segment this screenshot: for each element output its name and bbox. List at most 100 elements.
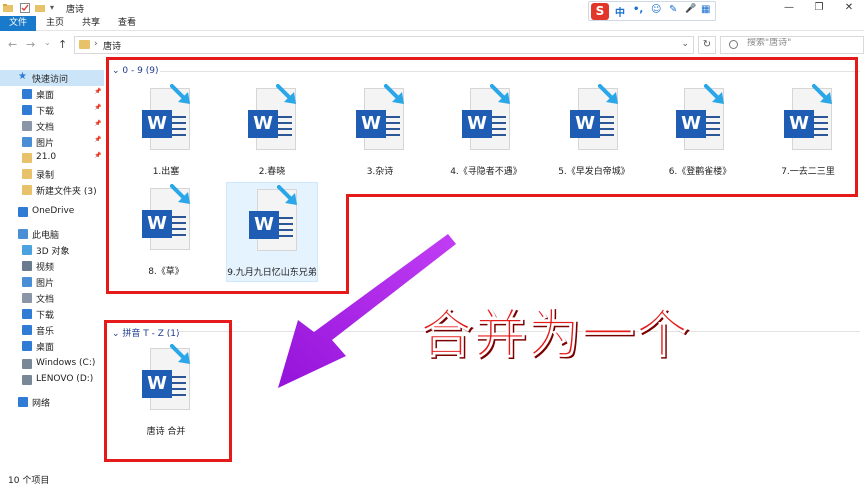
sidebar-item[interactable]: Windows (C:) (0, 356, 104, 372)
tab-file[interactable]: 文件 (0, 16, 36, 31)
sidebar-item-label: 录制 (36, 171, 55, 181)
refresh-button[interactable]: ↻ (698, 36, 716, 54)
sidebar-item[interactable]: 图片 (0, 274, 104, 290)
computer-icon (18, 229, 28, 239)
sidebar-item-label: 图片 (36, 279, 55, 289)
sidebar-item-label: 文档 (36, 123, 55, 133)
sidebar-item[interactable]: ★ 快速访问 (0, 70, 104, 86)
sidebar-item[interactable]: 文档 (0, 290, 104, 306)
highlight-frame-merged (104, 320, 232, 462)
close-button[interactable]: ✕ (834, 0, 864, 16)
sidebar-item-label: Windows (C:) (36, 358, 96, 368)
pin-icon[interactable]: 📌 (94, 104, 101, 111)
document-icon (22, 293, 32, 303)
sidebar-item[interactable]: 桌面 (0, 338, 104, 354)
ime-emoji-icon[interactable]: ☺ (651, 4, 661, 15)
new-folder-icon[interactable] (35, 3, 45, 13)
ribbon-tabs: 文件 主页 共享 查看 (0, 16, 864, 31)
breadcrumb-separator: › (94, 39, 98, 49)
drive-icon (22, 375, 32, 385)
sidebar-item-label: 桌面 (36, 91, 55, 101)
folder-icon (22, 153, 32, 163)
merge-annotation: 合并为一个 (419, 305, 691, 366)
sidebar-item[interactable]: 下载 📌 (0, 102, 104, 118)
up-arrow-icon[interactable]: ↑ (58, 38, 67, 51)
forward-arrow-icon[interactable]: → (26, 38, 35, 51)
picture-icon (22, 277, 32, 287)
sidebar-item[interactable]: 3D 对象 (0, 242, 104, 258)
recent-locations-icon[interactable]: ⌄ (44, 38, 51, 47)
sidebar-item[interactable]: 桌面 📌 (0, 86, 104, 102)
ime-punctuation-toggle[interactable]: •, (633, 4, 643, 15)
sidebar-item[interactable]: 下载 (0, 306, 104, 322)
desktop-icon (22, 89, 32, 99)
navigation-pane: ★ 快速访问桌面 📌 下载 📌 文档 📌 图片 📌 21.0 📌 录制新建文件夹 (3) OneDriv… (0, 60, 104, 470)
download-icon (22, 105, 32, 115)
breadcrumb-current[interactable]: 唐诗 (103, 39, 121, 52)
sidebar-item[interactable]: LENOVO (D:) (0, 372, 104, 388)
sidebar-item-label: 21.0 (36, 152, 57, 162)
pin-icon[interactable]: 📌 (94, 152, 101, 159)
sidebar-item-label: 下载 (36, 107, 55, 117)
tab-share[interactable]: 共享 (74, 16, 108, 31)
back-arrow-icon[interactable]: ← (8, 38, 17, 51)
highlight-frame-right (855, 57, 858, 197)
pin-icon[interactable]: 📌 (94, 136, 101, 143)
sidebar-item-label: 此电脑 (32, 231, 60, 241)
sidebar-item-label: 快速访问 (32, 75, 69, 85)
folder-icon (22, 185, 32, 195)
ime-voice-icon[interactable]: 🎤 (685, 4, 696, 14)
sidebar-item-label: 图片 (36, 139, 55, 149)
drive-icon (22, 359, 32, 369)
sidebar-item-label: 3D 对象 (36, 247, 70, 257)
folder-icon[interactable] (3, 3, 13, 13)
video-icon (22, 261, 32, 271)
sidebar-item[interactable]: 网络 (0, 394, 104, 410)
sidebar-item[interactable]: 21.0 📌 (0, 150, 104, 166)
address-bar[interactable]: › 唐诗 ⌄ (74, 36, 694, 54)
sidebar-item[interactable]: 图片 📌 (0, 134, 104, 150)
sidebar-item-label: 新建文件夹 (3) (36, 187, 97, 197)
folder-icon (22, 169, 32, 179)
item-count: 10 个项目 (8, 476, 50, 486)
search-box[interactable] (720, 36, 864, 54)
ime-handwrite-icon[interactable]: ✎ (669, 4, 677, 15)
sidebar-item[interactable]: 文档 📌 (0, 118, 104, 134)
restore-button[interactable]: ❐ (804, 0, 834, 16)
picture-icon (22, 137, 32, 147)
cloud-icon (18, 207, 28, 217)
navigation-bar: ← → ⌄ ↑ › 唐诗 ⌄ ↻ (0, 32, 864, 58)
sidebar-item[interactable]: 视频 (0, 258, 104, 274)
tab-home[interactable]: 主页 (38, 16, 72, 31)
desktop-icon (22, 341, 32, 351)
sogou-logo-icon[interactable]: S (591, 3, 609, 20)
sidebar-item-label: 网络 (32, 399, 51, 409)
search-icon (729, 40, 738, 49)
sidebar-item[interactable]: 录制 (0, 166, 104, 182)
star-icon: ★ (18, 71, 27, 82)
sidebar-item-label: 下载 (36, 311, 55, 321)
quick-access-dropdown-icon[interactable]: ▾ (50, 3, 60, 13)
properties-icon[interactable] (20, 3, 30, 13)
sidebar-item[interactable]: 音乐 (0, 322, 104, 338)
minimize-button[interactable]: — (774, 0, 804, 16)
pin-icon[interactable]: 📌 (94, 120, 101, 127)
address-dropdown-icon[interactable]: ⌄ (681, 39, 689, 49)
sidebar-item-label: 桌面 (36, 343, 55, 353)
status-bar: 10 个项目 (0, 470, 864, 486)
network-icon (18, 397, 28, 407)
highlight-frame-step (346, 194, 858, 197)
pin-icon[interactable]: 📌 (94, 88, 101, 95)
tab-view[interactable]: 查看 (110, 16, 144, 31)
music-icon (22, 325, 32, 335)
sidebar-item[interactable]: 新建文件夹 (3) (0, 182, 104, 198)
cube-icon (22, 245, 32, 255)
sidebar-item[interactable]: 此电脑 (0, 226, 104, 242)
sidebar-item[interactable]: OneDrive (0, 204, 104, 220)
sidebar-item-label: LENOVO (D:) (36, 374, 94, 384)
ime-toolbox-icon[interactable]: ▦ (701, 4, 710, 15)
ime-chinese-toggle[interactable]: 中 (615, 4, 625, 19)
search-input[interactable] (747, 38, 857, 48)
folder-icon (79, 40, 90, 49)
sidebar-item-label: 音乐 (36, 327, 55, 337)
